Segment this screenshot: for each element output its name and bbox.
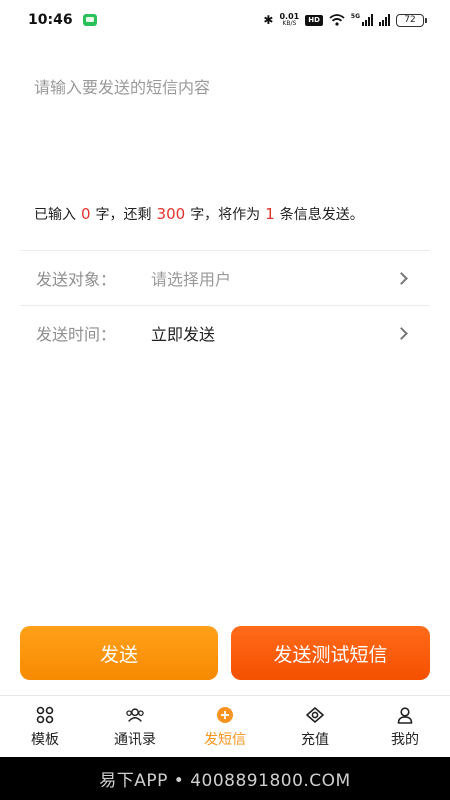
send-time-label: 发送时间： — [36, 325, 117, 344]
bluetooth-icon: ✱ — [263, 13, 274, 27]
message-notification-icon — [82, 14, 97, 26]
status-time: 10:46 — [28, 12, 73, 28]
bottom-tab-bar: 模板 通讯录 发短信 充值 我的 — [0, 695, 450, 757]
send-time-row[interactable]: 发送时间： 立即发送 — [20, 306, 430, 360]
hd-badge: HD — [305, 14, 323, 26]
send-button[interactable]: 发送 — [20, 626, 218, 680]
net-speed: 0.01 KB/S — [279, 12, 300, 28]
chevron-right-icon — [395, 326, 408, 340]
tab-templates[interactable]: 模板 — [0, 696, 90, 757]
send-time-value: 立即发送 — [151, 325, 216, 344]
tab-label: 充值 — [301, 731, 329, 748]
wifi-icon — [329, 14, 345, 26]
send-test-sms-button[interactable]: 发送测试短信 — [231, 626, 430, 680]
status-bar: 10:46 ✱ 0.01 KB/S HD 5G 72 — [0, 0, 450, 40]
tab-recharge[interactable]: 充值 — [270, 696, 360, 757]
user-icon — [395, 705, 415, 725]
signal-label: 5G — [350, 13, 360, 20]
signal-secondary-icon — [379, 14, 390, 26]
tab-contacts[interactable]: 通讯录 — [90, 696, 180, 757]
net-speed-value: 0.01 — [279, 12, 300, 21]
recipient-label: 发送对象： — [36, 270, 117, 289]
message-input[interactable] — [20, 60, 430, 200]
counter-prefix: 已输入 — [34, 207, 76, 223]
tab-label: 我的 — [391, 731, 419, 748]
tab-profile[interactable]: 我的 — [360, 696, 450, 757]
tab-label: 模板 — [31, 731, 59, 748]
grid-icon — [35, 705, 55, 725]
recipient-row[interactable]: 发送对象： 请选择用户 — [20, 251, 430, 305]
status-left: 10:46 — [28, 12, 97, 28]
tab-send-sms[interactable]: 发短信 — [180, 696, 270, 757]
character-counter: 已输入 0 字，还剩 300 字，将作为 1 条信息发送。 — [34, 204, 426, 225]
counter-mid2: 字，将作为 — [190, 207, 261, 223]
add-circle-icon — [215, 705, 235, 725]
counter-mid1: 字，还剩 — [95, 207, 152, 223]
bottom-band: 易下APP • 4008891800.COM — [0, 757, 450, 800]
status-right: ✱ 0.01 KB/S HD 5G 72 — [263, 12, 427, 28]
tab-label: 通讯录 — [114, 731, 156, 748]
counter-suffix: 条信息发送。 — [279, 207, 364, 223]
battery-icon: 72 — [396, 13, 427, 27]
watermark-text: 易下APP • 4008891800.COM — [99, 771, 351, 791]
contacts-icon — [125, 705, 145, 725]
chevron-right-icon — [395, 271, 408, 285]
recipient-value: 请选择用户 — [151, 270, 232, 289]
recharge-icon — [305, 705, 325, 725]
message-compose-area — [20, 60, 430, 200]
message-count: 1 — [265, 205, 275, 223]
remaining-count: 300 — [156, 205, 186, 223]
tab-label: 发短信 — [204, 731, 246, 748]
net-speed-unit: KB/S — [282, 20, 297, 27]
signal-icon — [362, 14, 373, 26]
typed-count: 0 — [81, 205, 91, 223]
